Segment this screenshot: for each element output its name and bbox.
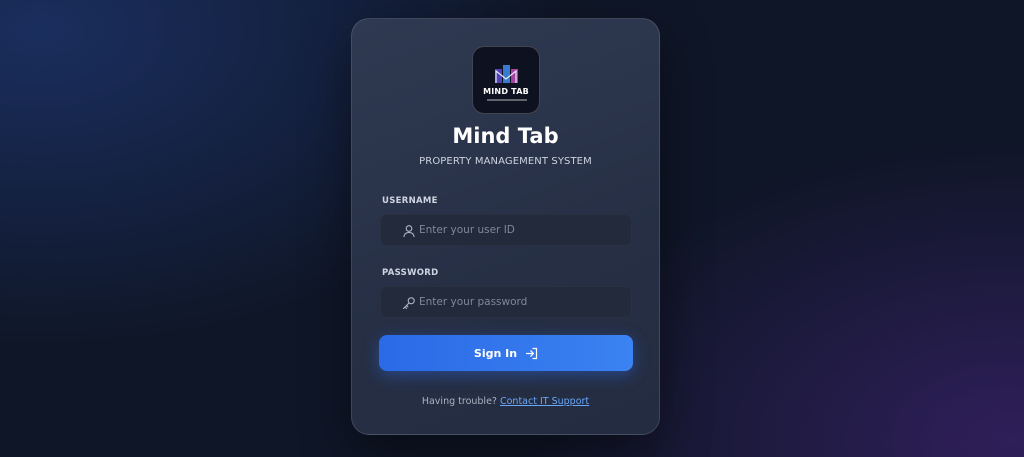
sign-in-label: Sign In — [473, 346, 518, 360]
logo-text: MIND TAB — [483, 87, 529, 96]
help-prompt: Having trouble? — [421, 396, 497, 407]
password-input[interactable] — [419, 287, 624, 317]
login-card: MIND TAB Mind Tab PROPERTY MANAGEMENT SY… — [351, 18, 660, 435]
app-logo: MIND TAB — [472, 46, 540, 114]
contact-support-link[interactable]: Contact IT Support — [500, 396, 589, 407]
sign-in-arrow-icon — [525, 347, 538, 359]
key-icon — [402, 297, 415, 310]
username-input[interactable] — [419, 215, 624, 245]
app-title: Mind Tab — [452, 124, 559, 148]
user-icon — [403, 225, 415, 238]
password-field-wrapper[interactable] — [380, 286, 632, 318]
username-label: USERNAME — [382, 196, 438, 206]
username-field-wrapper[interactable] — [380, 214, 632, 246]
password-label: PASSWORD — [382, 268, 439, 278]
logo-mark-icon — [495, 65, 518, 83]
logo-subline — [487, 99, 527, 101]
help-text: Having trouble? Contact IT Support — [352, 396, 659, 407]
sign-in-button[interactable]: Sign In — [379, 335, 633, 371]
app-tagline: PROPERTY MANAGEMENT SYSTEM — [419, 156, 592, 167]
